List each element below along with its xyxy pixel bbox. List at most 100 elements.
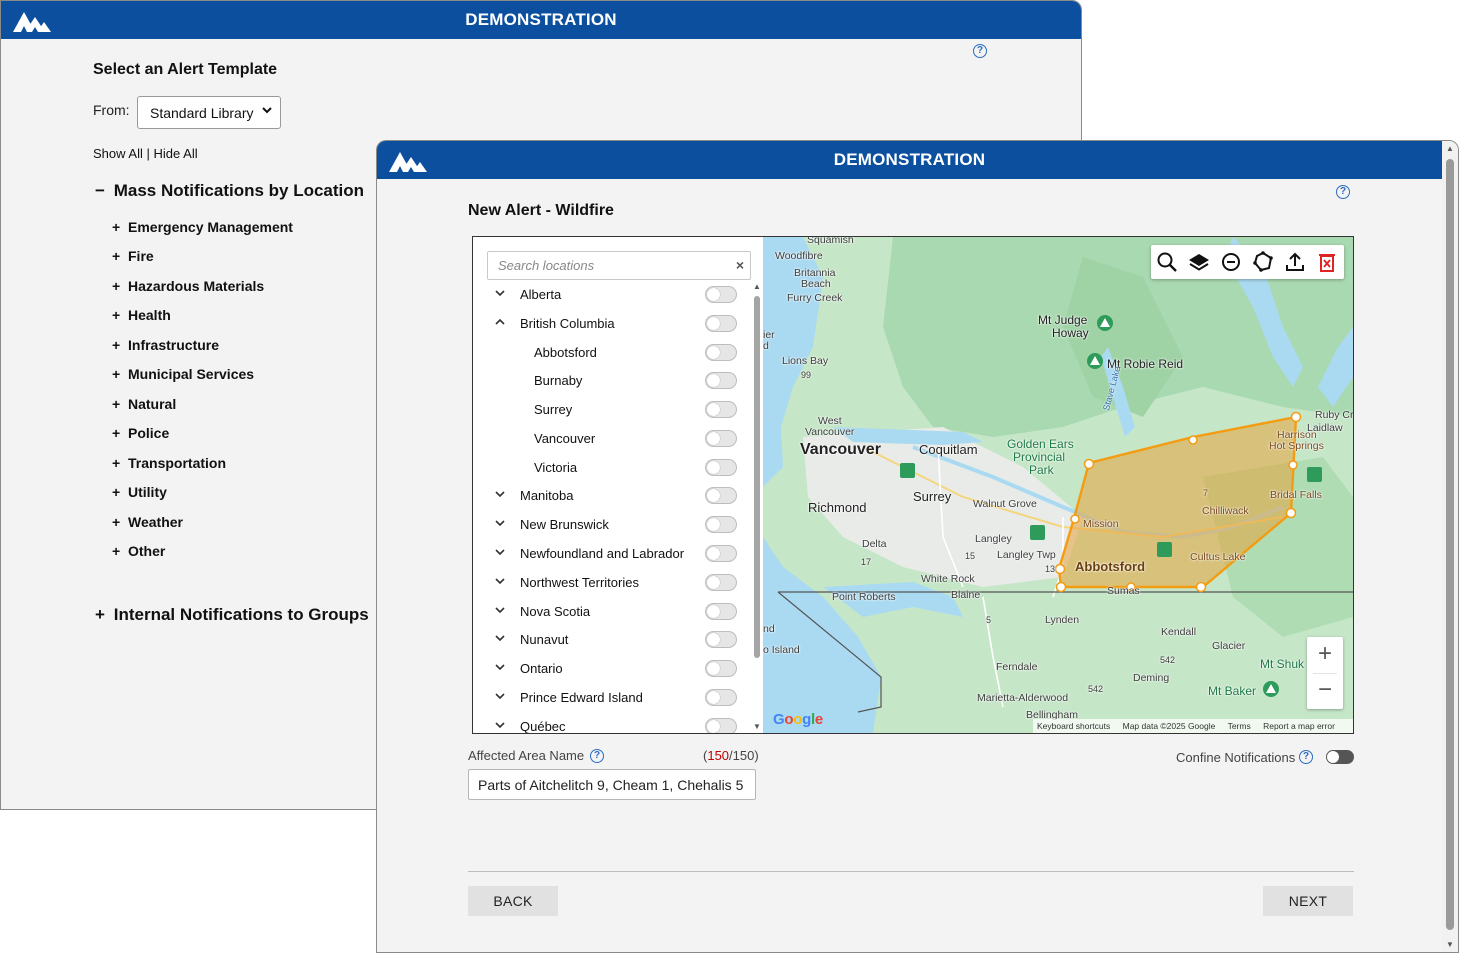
search-locations-input[interactable]: Search locations × <box>487 251 751 280</box>
category-weather[interactable]: + Weather <box>112 514 183 530</box>
scroll-down-icon[interactable]: ▼ <box>1446 940 1454 949</box>
zoom-in-button[interactable]: + <box>1307 637 1343 673</box>
map-view[interactable]: Squamish Woodfibre Britannia Beach Furry… <box>763 237 1353 733</box>
location-quebec[interactable]: Québec <box>473 712 751 733</box>
chevron-down-icon[interactable] <box>493 574 507 588</box>
show-all-link[interactable]: Show All <box>93 146 143 161</box>
location-toggle[interactable] <box>705 286 737 303</box>
location-toggle[interactable] <box>705 689 737 706</box>
chevron-up-icon[interactable] <box>493 315 507 329</box>
category-natural[interactable]: + Natural <box>112 396 176 412</box>
category-infrastructure[interactable]: + Infrastructure <box>112 337 219 353</box>
chevron-down-icon[interactable] <box>493 689 507 703</box>
map-label-woodfibre: Woodfibre <box>775 250 823 262</box>
map-label-surrey: Surrey <box>913 489 952 504</box>
scroll-thumb[interactable] <box>1446 159 1454 930</box>
circle-minus-icon[interactable] <box>1219 250 1243 274</box>
expand-icon: + <box>112 425 121 441</box>
location-surrey[interactable]: Surrey <box>473 395 751 424</box>
map-label-o-island: o Island <box>763 644 800 656</box>
clear-icon[interactable]: × <box>736 257 744 273</box>
category-emergency-management[interactable]: + Emergency Management <box>112 219 293 235</box>
scroll-thumb[interactable] <box>754 296 760 658</box>
terms-link[interactable]: Terms <box>1228 721 1251 731</box>
location-abbotsford[interactable]: Abbotsford <box>473 338 751 367</box>
location-nunavut[interactable]: Nunavut <box>473 625 751 654</box>
section-internal-notifications[interactable]: + Internal Notifications to Groups <box>95 605 369 625</box>
location-ontario[interactable]: Ontario <box>473 654 751 683</box>
location-toggle[interactable] <box>705 516 737 533</box>
chevron-down-icon[interactable] <box>493 631 507 645</box>
category-police[interactable]: + Police <box>112 425 169 441</box>
location-manitoba[interactable]: Manitoba <box>473 481 751 510</box>
category-hazardous-materials[interactable]: + Hazardous Materials <box>112 278 264 294</box>
chevron-down-icon[interactable] <box>493 718 507 732</box>
category-fire[interactable]: + Fire <box>112 248 154 264</box>
chevron-down-icon[interactable] <box>493 660 507 674</box>
location-victoria[interactable]: Victoria <box>473 453 751 482</box>
category-municipal-services[interactable]: + Municipal Services <box>112 366 254 382</box>
location-vancouver[interactable]: Vancouver <box>473 424 751 453</box>
location-prince-edward-island[interactable]: Prince Edward Island <box>473 683 751 712</box>
upload-icon[interactable] <box>1283 250 1307 274</box>
location-british-columbia[interactable]: British Columbia <box>473 309 751 338</box>
location-label: British Columbia <box>520 316 615 331</box>
location-toggle[interactable] <box>705 574 737 591</box>
window-scrollbar[interactable]: ▲ ▼ <box>1442 141 1458 952</box>
window-title: DEMONSTRATION <box>833 150 986 169</box>
location-toggle[interactable] <box>705 459 737 476</box>
chevron-down-icon <box>262 107 272 114</box>
map-label-sumas: Sumas <box>1107 585 1140 597</box>
report-error-link[interactable]: Report a map error <box>1263 721 1335 731</box>
library-select[interactable]: Standard Library <box>137 96 281 129</box>
section-mass-notifications[interactable]: − Mass Notifications by Location <box>95 181 364 201</box>
location-toggle[interactable] <box>705 487 737 504</box>
location-toggle[interactable] <box>705 372 737 389</box>
location-burnaby[interactable]: Burnaby <box>473 366 751 395</box>
chevron-down-icon[interactable] <box>493 545 507 559</box>
help-icon[interactable]: ? <box>973 44 987 58</box>
help-icon[interactable]: ? <box>1299 750 1313 764</box>
category-utility[interactable]: + Utility <box>112 484 167 500</box>
location-toggle[interactable] <box>705 344 737 361</box>
chevron-down-icon[interactable] <box>493 603 507 617</box>
chevron-down-icon[interactable] <box>493 487 507 501</box>
delete-icon[interactable] <box>1315 250 1339 274</box>
location-toggle[interactable] <box>705 718 737 733</box>
scroll-up-icon[interactable]: ▲ <box>753 282 761 291</box>
location-list-scrollbar[interactable]: ▲ ▼ <box>751 280 763 733</box>
search-icon[interactable] <box>1155 250 1179 274</box>
location-toggle[interactable] <box>705 401 737 418</box>
help-icon[interactable]: ? <box>1336 185 1350 199</box>
polygon-icon[interactable] <box>1251 250 1275 274</box>
help-icon[interactable]: ? <box>590 749 604 763</box>
location-toggle[interactable] <box>705 660 737 677</box>
location-toggle[interactable] <box>705 430 737 447</box>
location-newfoundland[interactable]: Newfoundland and Labrador <box>473 539 751 568</box>
scroll-up-icon[interactable]: ▲ <box>1446 144 1454 153</box>
chevron-down-icon[interactable] <box>493 286 507 300</box>
map-label-chilliwack: Chilliwack <box>1202 505 1249 517</box>
location-alberta[interactable]: Alberta <box>473 280 751 309</box>
layers-icon[interactable] <box>1187 250 1211 274</box>
category-health[interactable]: + Health <box>112 307 171 323</box>
location-toggle[interactable] <box>705 631 737 648</box>
category-label: Police <box>128 425 170 441</box>
keyboard-shortcuts-link[interactable]: Keyboard shortcuts <box>1037 721 1110 731</box>
category-other[interactable]: + Other <box>112 543 165 559</box>
category-transportation[interactable]: + Transportation <box>112 455 226 471</box>
affected-area-input[interactable]: Parts of Aitchelitch 9, Cheam 1, Chehali… <box>468 769 756 800</box>
location-toggle[interactable] <box>705 603 737 620</box>
location-new-brunswick[interactable]: New Brunswick <box>473 510 751 539</box>
zoom-out-button[interactable]: − <box>1307 673 1343 709</box>
hide-all-link[interactable]: Hide All <box>154 146 198 161</box>
next-button[interactable]: NEXT <box>1263 886 1353 916</box>
confine-notifications-toggle[interactable] <box>1326 750 1354 764</box>
chevron-down-icon[interactable] <box>493 516 507 530</box>
back-button[interactable]: BACK <box>468 886 558 916</box>
location-northwest-territories[interactable]: Northwest Territories <box>473 568 751 597</box>
location-toggle[interactable] <box>705 545 737 562</box>
location-toggle[interactable] <box>705 315 737 332</box>
location-nova-scotia[interactable]: Nova Scotia <box>473 597 751 626</box>
scroll-down-icon[interactable]: ▼ <box>753 722 761 731</box>
